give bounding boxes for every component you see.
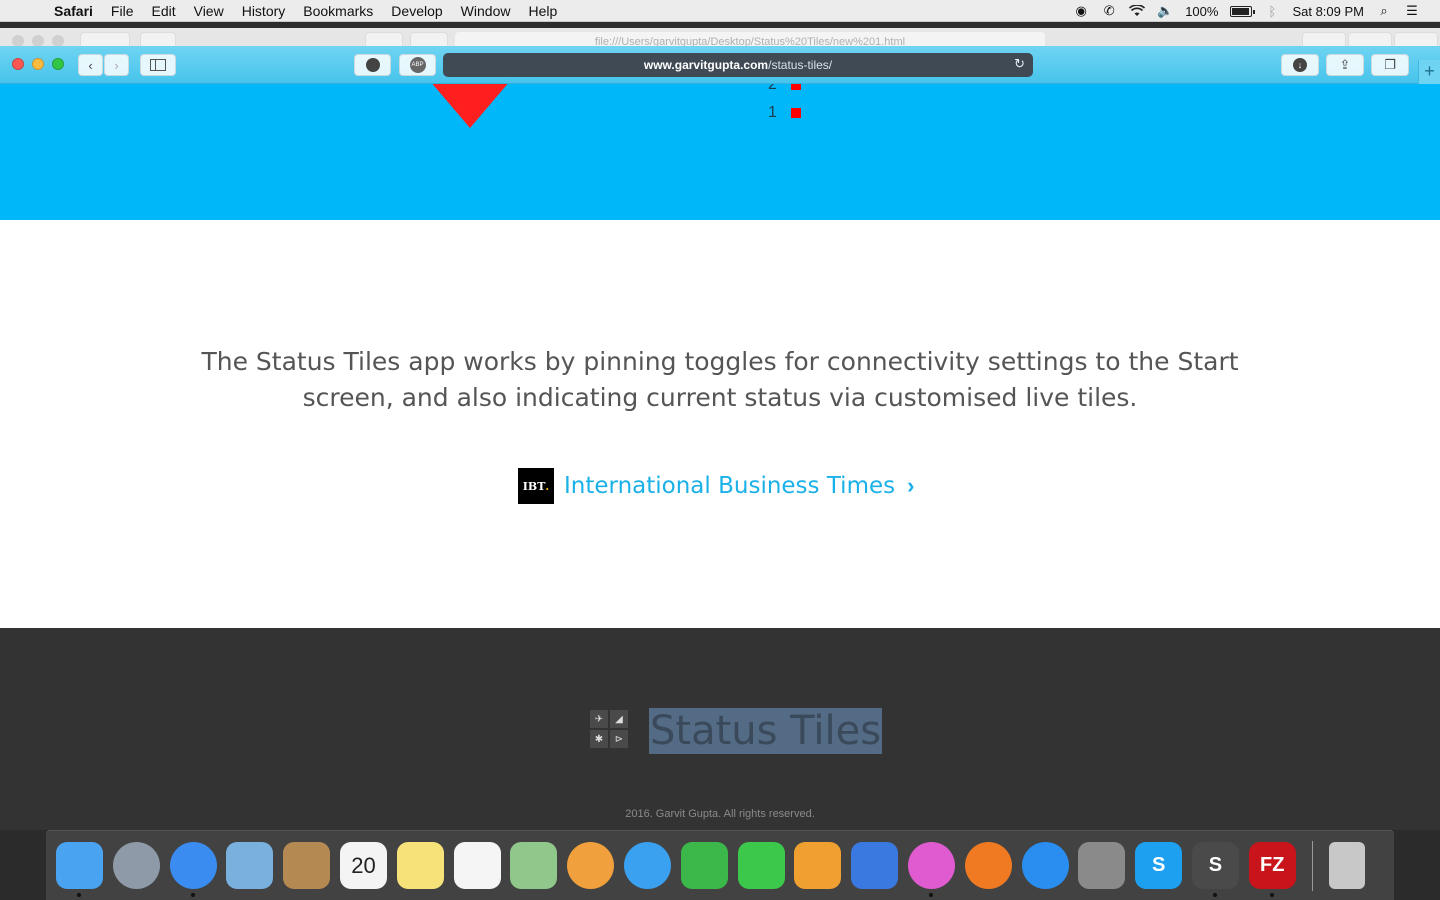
dock-app-store-icon[interactable] — [1021, 842, 1069, 889]
adblock-button[interactable]: ABP — [399, 54, 436, 76]
bluetooth-icon: ✱ — [590, 730, 608, 748]
running-indicator — [1212, 893, 1217, 897]
share-button[interactable]: ⇪ — [1326, 54, 1364, 76]
status-menus: ◉ ✆ 🔈 100% ᛒ Sat 8:09 PM ⌕ ☰ — [1073, 0, 1420, 22]
clock-icon — [365, 58, 380, 72]
status-app-icon[interactable]: ◉ — [1073, 3, 1089, 18]
dock-keynote-icon[interactable] — [851, 842, 899, 889]
dock-finder-icon[interactable] — [56, 842, 103, 897]
minimize-window-button[interactable] — [32, 58, 44, 70]
status-tiles-app-icon: ✈ ◢ ✱ ⊳ — [590, 710, 628, 748]
sidebar-icon — [150, 59, 166, 71]
ibt-logo: IBT. — [518, 468, 554, 504]
dock-trash-icon[interactable] — [1328, 842, 1365, 889]
location-icon: ⊳ — [610, 730, 628, 748]
chevron-right-icon: › — [114, 57, 119, 73]
phone-icon[interactable]: ✆ — [1101, 3, 1117, 18]
signal-icon: ◢ — [610, 710, 628, 728]
dock-messages-icon[interactable] — [623, 842, 671, 889]
dock-skype-icon[interactable]: S — [1135, 842, 1183, 889]
dock-contacts-icon[interactable] — [283, 842, 331, 889]
dock-notes-icon[interactable] — [396, 842, 444, 889]
share-icon: ⇪ — [1339, 57, 1351, 72]
menu-help[interactable]: Help — [528, 3, 557, 19]
running-indicator — [190, 893, 195, 897]
dock-maps-icon[interactable] — [510, 842, 558, 889]
safari-toolbar: ‹ › ABP www.garvitgupta.com/status-tiles… — [0, 46, 1440, 84]
hero-section: 2 1 — [0, 84, 1440, 220]
download-icon: ↓ — [1293, 58, 1307, 72]
dock-pages-icon[interactable] — [794, 842, 842, 889]
address-bar[interactable]: www.garvitgupta.com/status-tiles/ ↻ — [443, 53, 1033, 77]
running-indicator — [1269, 893, 1274, 897]
zoom-window-button[interactable] — [52, 58, 64, 70]
footer: ✈ ◢ ✱ ⊳ Status Tiles 2016. Garvit Gupta.… — [0, 628, 1440, 830]
menu-file[interactable]: File — [111, 3, 134, 19]
dock-itunes-icon[interactable] — [907, 842, 955, 897]
dock-calendar-icon[interactable]: 20 — [339, 842, 387, 889]
new-tab-button[interactable]: + — [1418, 60, 1440, 84]
clock[interactable]: Sat 8:09 PM — [1292, 4, 1364, 19]
window-controls — [12, 58, 64, 70]
press-source[interactable]: IBT. International Business Times › — [518, 468, 914, 504]
chevron-left-icon: ‹ — [88, 57, 93, 73]
reload-icon[interactable]: ↻ — [1014, 56, 1025, 72]
close-window-button[interactable] — [12, 58, 24, 70]
legend-swatch — [790, 108, 801, 118]
sidebar-button[interactable] — [140, 54, 176, 76]
legend-label: 1 — [768, 104, 777, 121]
legend-row: 2 — [768, 84, 801, 94]
spotlight-search-icon[interactable]: ⌕ — [1376, 3, 1392, 18]
menu-develop[interactable]: Develop — [391, 3, 442, 19]
dock-sublime-text-icon[interactable]: S — [1191, 842, 1239, 897]
tabs-icon: ❐ — [1384, 57, 1396, 72]
menu-app-name[interactable]: Safari — [54, 3, 93, 19]
dock-filezilla-icon[interactable]: FZ — [1248, 842, 1296, 897]
downloads-button[interactable]: ↓ — [1281, 54, 1319, 76]
running-indicator — [928, 893, 933, 897]
legend-swatch — [790, 84, 801, 90]
back-button[interactable]: ‹ — [78, 54, 103, 76]
dock-facetime-icon[interactable] — [737, 842, 785, 889]
menu-bookmarks[interactable]: Bookmarks — [303, 3, 373, 19]
battery-percent[interactable]: 100% — [1185, 4, 1218, 19]
dock-mail-icon[interactable] — [226, 842, 274, 889]
dock-separator — [1311, 840, 1313, 891]
menu-bar: Safari File Edit View History Bookmarks … — [0, 0, 1440, 22]
volume-icon[interactable]: 🔈 — [1157, 3, 1173, 18]
dock-ibooks-icon[interactable] — [964, 842, 1012, 889]
dock-reminders-icon[interactable] — [453, 842, 501, 889]
legend-label: 2 — [768, 84, 777, 93]
dock-launchpad-icon[interactable] — [112, 842, 160, 889]
footer-title: Status Tiles — [649, 708, 883, 754]
menu-window[interactable]: Window — [461, 3, 511, 19]
battery-icon[interactable] — [1230, 5, 1256, 17]
menu-history[interactable]: History — [242, 3, 286, 19]
dock-photos-icon[interactable] — [567, 842, 615, 889]
menu-view[interactable]: View — [194, 3, 224, 19]
menu-edit[interactable]: Edit — [151, 3, 175, 19]
chevron-right-icon[interactable]: › — [907, 473, 914, 499]
forward-button[interactable]: › — [104, 54, 129, 76]
running-indicator — [77, 893, 81, 897]
dock-safari-icon[interactable] — [169, 842, 217, 897]
legend-row: 1 — [768, 104, 801, 122]
copyright-text: 2016. Garvit Gupta. All rights reserved. — [625, 808, 815, 820]
show-tabs-button[interactable]: ❐ — [1371, 54, 1409, 76]
airplane-icon: ✈ — [590, 710, 608, 728]
url-text: www.garvitgupta.com/status-tiles/ — [643, 58, 833, 72]
dock-system-preferences-icon[interactable] — [1078, 842, 1126, 889]
red-triangle-graphic — [424, 84, 516, 128]
dock-numbers-icon[interactable] — [680, 842, 728, 889]
notification-center-icon[interactable]: ☰ — [1404, 3, 1420, 18]
web-page: 2 1 The Status Tiles app works by pinnin… — [0, 84, 1440, 830]
press-quote: The Status Tiles app works by pinning to… — [201, 347, 1239, 412]
history-extension-button[interactable] — [354, 54, 391, 76]
bluetooth-icon[interactable]: ᛒ — [1264, 4, 1280, 19]
adblock-icon: ABP — [409, 57, 426, 73]
source-link[interactable]: International Business Times — [564, 473, 895, 499]
dock: 20 S S FZ — [46, 830, 1394, 900]
wifi-icon[interactable] — [1129, 4, 1146, 18]
